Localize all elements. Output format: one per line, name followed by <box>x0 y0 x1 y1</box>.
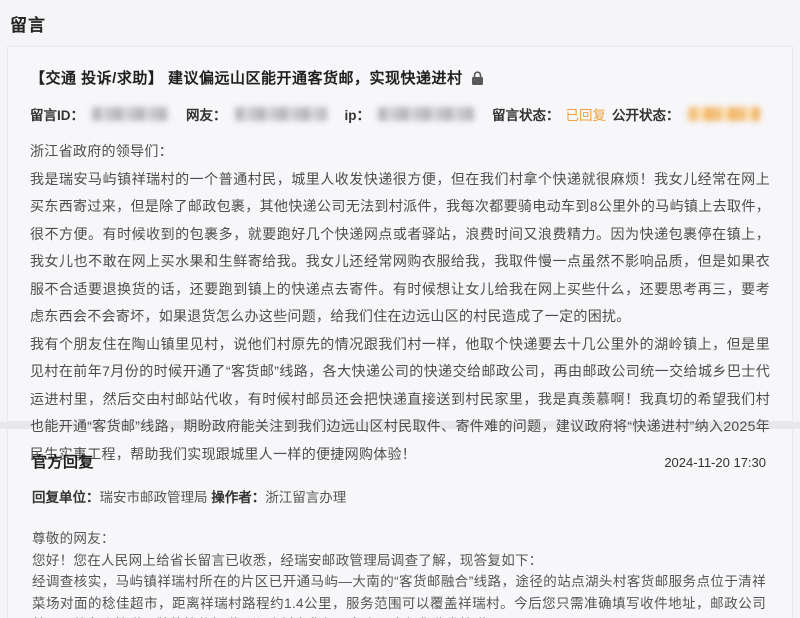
page-title: 留言 <box>0 0 800 46</box>
reply-paragraph-greeting: 尊敬的网友： <box>32 528 766 550</box>
public-status-label: 公开状态： <box>612 104 680 124</box>
netizen-label: 网友： <box>186 104 227 124</box>
reply-meta-row: 回复单位：瑞安市邮政管理局 操作者：浙江留言办理 <box>32 486 766 506</box>
message-paragraph-greeting: 浙江省政府的领导们： <box>30 138 770 166</box>
reply-body: 尊敬的网友： 您好！您在人民网上给省长留言已收悉，经瑞安邮政管理局调查了解，现答… <box>32 528 766 618</box>
redacted-netizen-name <box>235 107 327 121</box>
message-title: 【交通 投诉/求助】 建议偏远山区能开通客货邮，实现快递进村 <box>30 67 463 88</box>
reply-timestamp: 2024-11-20 17:30 <box>664 455 766 470</box>
message-id-label: 留言ID： <box>30 104 84 124</box>
message-body: 浙江省政府的领导们： 我是瑞安马屿镇祥瑞村的一个普通村民，城里人收发快递很方便，… <box>30 138 770 468</box>
message-card: 【交通 投诉/求助】 建议偏远山区能开通客货邮，实现快递进村 留言ID： 网友：… <box>7 46 793 422</box>
reply-operator-value: 浙江留言办理 <box>265 490 346 505</box>
redacted-message-id <box>92 107 168 121</box>
ip-label: ip： <box>345 104 371 124</box>
official-reply-title: 官方回复 <box>32 451 94 472</box>
message-paragraph-1: 我是瑞安马屿镇祥瑞村的一个普通村民，城里人收发快递很方便，但在我们村拿个快递就很… <box>30 166 770 331</box>
redacted-public-status <box>688 107 760 121</box>
message-status-label: 留言状态： <box>492 104 560 124</box>
reply-paragraph-2: 经调查核实，马屿镇祥瑞村所在的片区已开通马屿—大南的“客货邮融合”线路，途径的站… <box>32 571 766 618</box>
reply-unit-value: 瑞安市邮政管理局 <box>100 490 208 505</box>
redacted-ip-address <box>378 107 474 121</box>
lock-icon <box>471 71 484 86</box>
message-meta-row: 留言ID： 网友： ip： 留言状态： 已回复 公开状态： <box>30 104 770 124</box>
reply-operator-label: 操作者： <box>211 490 265 505</box>
reply-paragraph-1: 您好！您在人民网上给省长留言已收悉，经瑞安邮政管理局调查了解，现答复如下： <box>32 550 766 572</box>
reply-unit-label: 回复单位： <box>32 490 100 505</box>
status-badge: 已回复 <box>560 104 613 124</box>
